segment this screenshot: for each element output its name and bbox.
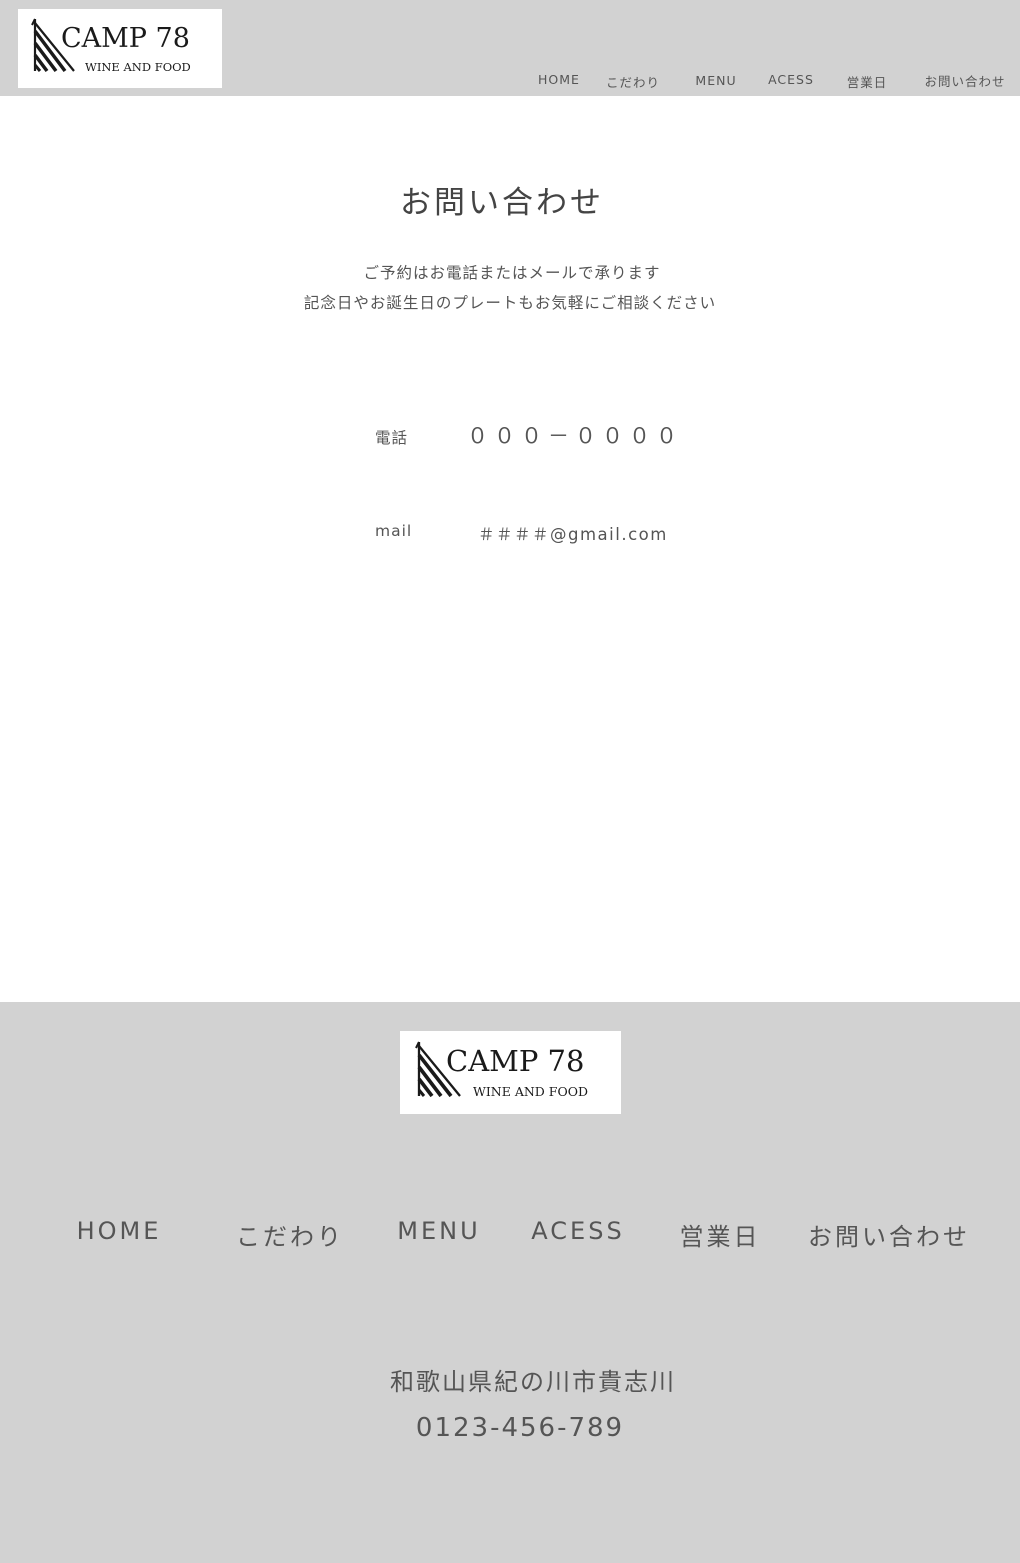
top-nav-business-days[interactable]: 営業日 (822, 72, 912, 91)
footer-address: 和歌山県紀の川市貴志川 (390, 1368, 676, 1396)
footer-nav-home[interactable]: HOME (29, 1217, 209, 1245)
page-title: お問い合わせ (400, 185, 604, 221)
svg-text:CAMP 78: CAMP 78 (446, 1044, 584, 1078)
phone-label: 電話 (375, 429, 409, 447)
top-nav-kodawari[interactable]: こだわり (588, 72, 678, 91)
svg-text:CAMP 78: CAMP 78 (61, 23, 190, 54)
top-nav: HOME こだわり MENU ACESS 営業日 お問い合わせ (0, 72, 1020, 92)
intro-line-1: ご予約はお電話またはメールで承ります (363, 264, 661, 282)
site-header: CAMP 78 WINE AND FOOD HOME こだわり MENU ACE… (0, 0, 1020, 96)
footer-phone[interactable]: 0123-456-789 (0, 1413, 1020, 1443)
footer-logo[interactable]: CAMP 78 WINE AND FOOD (400, 1031, 621, 1114)
top-nav-contact[interactable]: お問い合わせ (920, 71, 1010, 90)
mail-address[interactable]: ＃＃＃＃@gmail.com (478, 521, 668, 545)
contact-section: お問い合わせ ご予約はお電話またはメールで承ります 記念日やお誕生日のプレートも… (0, 96, 1020, 1002)
footer-nav: HOME こだわり MENU ACESS 営業日 お問い合わせ (0, 1217, 1020, 1251)
camp78-logo-icon: CAMP 78 WINE AND FOOD (415, 1041, 588, 1099)
phone-number[interactable]: ０００－００００ (467, 420, 683, 450)
phone-row: 電話 ０００－００００ (0, 420, 1020, 450)
intro-line-2: 記念日やお誕生日のプレートもお気軽にご相談ください (303, 294, 717, 312)
svg-text:WINE AND FOOD: WINE AND FOOD (473, 1084, 588, 1099)
site-footer: CAMP 78 WINE AND FOOD HOME こだわり MENU ACE… (0, 1002, 1020, 1563)
mail-row: mail ＃＃＃＃@gmail.com (0, 518, 1020, 548)
footer-nav-contact[interactable]: お問い合わせ (799, 1217, 979, 1252)
contact-intro: ご予約はお電話またはメールで承ります 記念日やお誕生日のプレートもお気軽にご相談… (0, 258, 1020, 318)
mail-label: mail (375, 522, 413, 540)
footer-nav-business-days[interactable]: 営業日 (630, 1217, 810, 1252)
